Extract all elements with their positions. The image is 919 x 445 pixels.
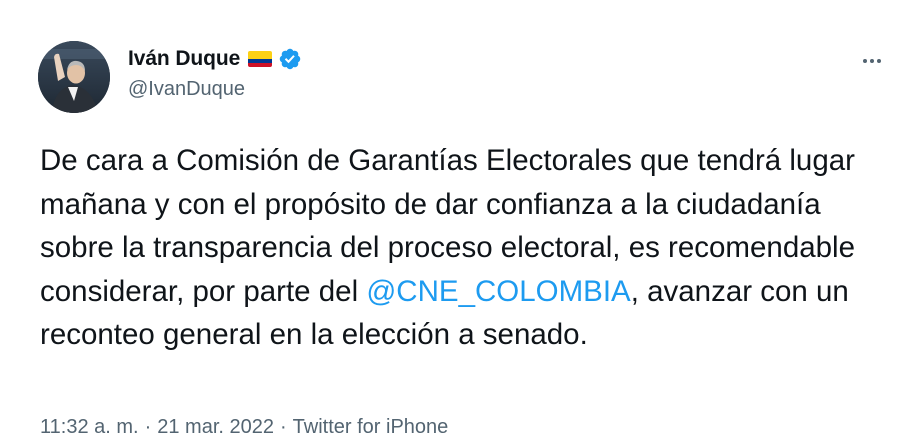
verified-badge-icon	[278, 47, 302, 71]
avatar[interactable]	[38, 41, 110, 113]
meta-separator: ·	[144, 416, 152, 438]
author-name-row: Iván Duque	[128, 44, 302, 74]
tweet-metadata: 11:32 a. m. · 21 mar. 2022 · Twitter for…	[40, 416, 448, 439]
tweet-source-link[interactable]: Twitter for iPhone	[293, 416, 449, 439]
more-options-button[interactable]	[852, 44, 892, 78]
avatar-image	[38, 41, 110, 113]
tweet-date-link[interactable]: 21 mar. 2022	[157, 416, 274, 439]
author-display-name[interactable]: Iván Duque	[128, 47, 240, 71]
meta-separator: ·	[280, 416, 287, 438]
more-horizontal-icon	[863, 59, 881, 63]
tweet-time-link[interactable]: 11:32 a. m.	[40, 416, 139, 439]
tweet-text: De cara a Comisión de Garantías Electora…	[40, 139, 890, 357]
author-handle[interactable]: @IvanDuque	[128, 78, 245, 101]
tweet-card: Iván Duque @IvanDuque De cara a Comisión…	[0, 0, 919, 445]
mention-link[interactable]: @CNE_COLOMBIA	[366, 275, 630, 308]
colombia-flag-icon	[248, 51, 273, 67]
